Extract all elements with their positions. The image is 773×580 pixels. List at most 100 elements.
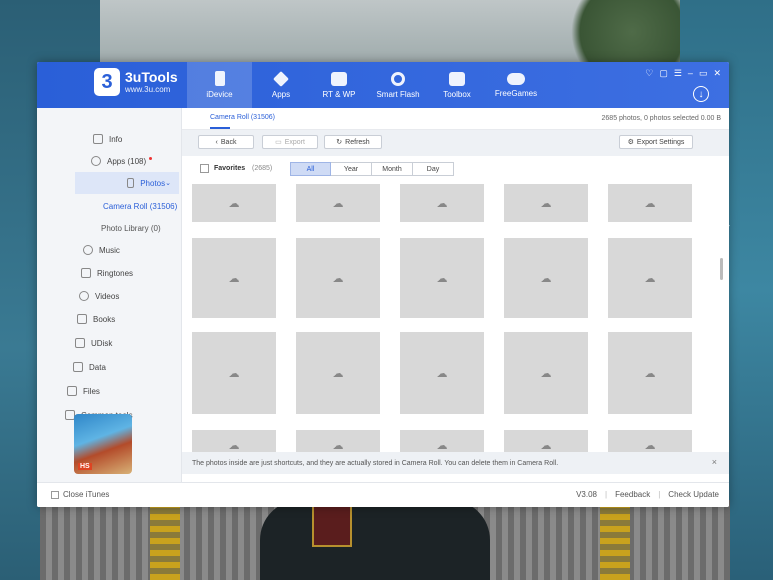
nav-smart-flash[interactable]: Smart Flash bbox=[368, 62, 428, 108]
feedback-link[interactable]: Feedback bbox=[615, 490, 650, 499]
photo-thumbnail[interactable]: ☁ bbox=[608, 238, 692, 318]
refresh-icon: ↻ bbox=[336, 139, 343, 146]
photo-thumbnail[interactable]: ☁ bbox=[296, 332, 380, 414]
refresh-button[interactable]: ↻ Refresh bbox=[324, 135, 382, 149]
sidebar-item-photos[interactable]: Photos ⌄ bbox=[75, 172, 179, 194]
download-icon[interactable]: ↓ bbox=[693, 86, 709, 102]
gear-icon: ⚙ bbox=[627, 139, 634, 146]
separator: | bbox=[605, 490, 608, 499]
photo-thumbnail[interactable]: ☁ bbox=[608, 184, 692, 222]
check-update-link[interactable]: Check Update bbox=[668, 490, 719, 499]
tab-camera-roll[interactable]: Camera Roll (31506) bbox=[210, 114, 275, 121]
phone-icon bbox=[214, 71, 225, 86]
export-button[interactable]: ▭ Export bbox=[262, 135, 318, 149]
app-logo[interactable]: 3 3uTools www.3u.com bbox=[94, 68, 178, 96]
notice-bar: The photos inside are just shortcuts, an… bbox=[182, 452, 729, 474]
photo-thumbnail[interactable]: ☁ bbox=[192, 184, 276, 222]
nav-rt-wp[interactable]: RT & WP bbox=[310, 62, 368, 108]
book-icon bbox=[77, 314, 87, 324]
favorites-checkbox[interactable] bbox=[200, 164, 209, 173]
cloud-download-icon: ☁ bbox=[228, 367, 240, 380]
photo-thumbnail[interactable]: ☁ bbox=[296, 184, 380, 222]
main-nav: iDevice Apps RT & WP Smart Flash Toolbox… bbox=[187, 62, 546, 108]
sidebar-item-photo-library[interactable]: Photo Library (0) bbox=[37, 217, 182, 239]
sidebar-item-info[interactable]: Info bbox=[37, 128, 182, 150]
photo-thumbnail[interactable]: ☁ bbox=[296, 430, 380, 454]
photo-thumbnail[interactable]: ☁ bbox=[608, 430, 692, 454]
photo-thumbnail[interactable]: ☁ bbox=[400, 332, 484, 414]
back-button[interactable]: ‹ Back bbox=[198, 135, 254, 149]
cloud-download-icon: ☁ bbox=[228, 272, 240, 285]
background-person bbox=[260, 500, 490, 580]
cloud-download-icon: ☁ bbox=[540, 367, 552, 380]
sidebar-item-files[interactable]: Files bbox=[37, 380, 182, 402]
photo-thumbnail[interactable]: ☁ bbox=[504, 332, 588, 414]
sidebar-item-music[interactable]: Music bbox=[37, 239, 182, 261]
photo-thumbnail[interactable]: ☁ bbox=[608, 332, 692, 414]
cloud-download-icon: ☁ bbox=[436, 439, 448, 452]
view-segment: All Year Month Day bbox=[290, 162, 454, 176]
status-right: V3.08 | Feedback | Check Update bbox=[576, 490, 719, 499]
cloud-download-icon: ☁ bbox=[644, 439, 656, 452]
flash-icon bbox=[391, 71, 405, 86]
nav-idevice[interactable]: iDevice bbox=[187, 62, 252, 108]
segment-day[interactable]: Day bbox=[413, 162, 454, 176]
nav-freegames[interactable]: FreeGames bbox=[486, 62, 546, 108]
notification-dot bbox=[149, 156, 153, 160]
gamepad-icon bbox=[507, 72, 525, 85]
heart-icon[interactable]: ♡ bbox=[645, 68, 653, 79]
grid-scrollbar[interactable] bbox=[720, 258, 723, 280]
logo-mark-icon: 3 bbox=[94, 68, 120, 96]
sidebar-item-videos[interactable]: Videos bbox=[37, 285, 182, 307]
sidebar-item-data[interactable]: Data bbox=[37, 356, 182, 378]
segment-year[interactable]: Year bbox=[331, 162, 372, 176]
cloud-download-icon: ☁ bbox=[332, 439, 344, 452]
cloud-download-icon: ☁ bbox=[644, 197, 656, 210]
photo-thumbnail[interactable]: ☁ bbox=[296, 238, 380, 318]
separator: | bbox=[658, 490, 661, 499]
segment-month[interactable]: Month bbox=[372, 162, 413, 176]
toolbar: ‹ Back ▭ Export ↻ Refresh ⚙ Export Setti… bbox=[182, 130, 729, 156]
nav-toolbox[interactable]: Toolbox bbox=[428, 62, 486, 108]
photo-thumbnail[interactable]: ☁ bbox=[504, 238, 588, 318]
skin-icon[interactable]: ▢ bbox=[659, 68, 668, 79]
close-itunes-option[interactable]: Close iTunes bbox=[51, 490, 109, 499]
cloud-download-icon: ☁ bbox=[540, 272, 552, 285]
maximize-icon[interactable]: ▭ bbox=[699, 68, 708, 79]
toolbox-icon bbox=[449, 71, 465, 86]
sidebar-item-books[interactable]: Books bbox=[37, 308, 182, 330]
udisk-icon bbox=[75, 338, 85, 348]
tab-underline bbox=[210, 127, 230, 129]
notice-close-icon[interactable]: × bbox=[712, 457, 717, 467]
nav-apps[interactable]: Apps bbox=[252, 62, 310, 108]
sidebar-item-camera-roll[interactable]: Camera Roll (31506) bbox=[37, 195, 182, 217]
music-icon bbox=[83, 245, 93, 255]
menu-icon[interactable]: ☰ bbox=[674, 68, 682, 79]
status-bar: Close iTunes V3.08 | Feedback | Check Up… bbox=[37, 482, 729, 507]
background-stripe bbox=[150, 500, 180, 580]
photo-thumbnail[interactable]: ☁ bbox=[504, 184, 588, 222]
cloud-download-icon: ☁ bbox=[436, 197, 448, 210]
app-url: www.3u.com bbox=[125, 85, 171, 94]
sidebar-item-udisk[interactable]: UDisk bbox=[37, 332, 182, 354]
cloud-download-icon: ☁ bbox=[332, 197, 344, 210]
sidebar-item-apps[interactable]: Apps (108) bbox=[37, 150, 182, 172]
photo-thumbnail[interactable]: ☁ bbox=[504, 430, 588, 454]
close-itunes-checkbox[interactable] bbox=[51, 490, 59, 499]
photo-thumbnail[interactable]: ☁ bbox=[192, 238, 276, 318]
photo-thumbnail[interactable]: ☁ bbox=[400, 184, 484, 222]
segment-all[interactable]: All bbox=[290, 162, 331, 176]
sidebar-item-ringtones[interactable]: Ringtones bbox=[37, 262, 182, 284]
cloud-download-icon: ☁ bbox=[228, 439, 240, 452]
photo-thumbnail[interactable]: ☁ bbox=[400, 238, 484, 318]
game-thumbnail[interactable]: HS bbox=[74, 414, 132, 474]
chevron-left-icon: ‹ bbox=[215, 138, 218, 146]
minimize-icon[interactable]: – bbox=[688, 68, 693, 79]
photo-thumbnail[interactable]: ☁ bbox=[192, 430, 276, 454]
music-note-icon bbox=[331, 71, 347, 86]
photo-thumbnail[interactable]: ☁ bbox=[192, 332, 276, 414]
close-icon[interactable]: ✕ bbox=[713, 68, 721, 79]
export-settings-button[interactable]: ⚙ Export Settings bbox=[619, 135, 693, 149]
photo-thumbnail[interactable]: ☁ bbox=[400, 430, 484, 454]
favorites-label: Favorites bbox=[214, 165, 246, 172]
